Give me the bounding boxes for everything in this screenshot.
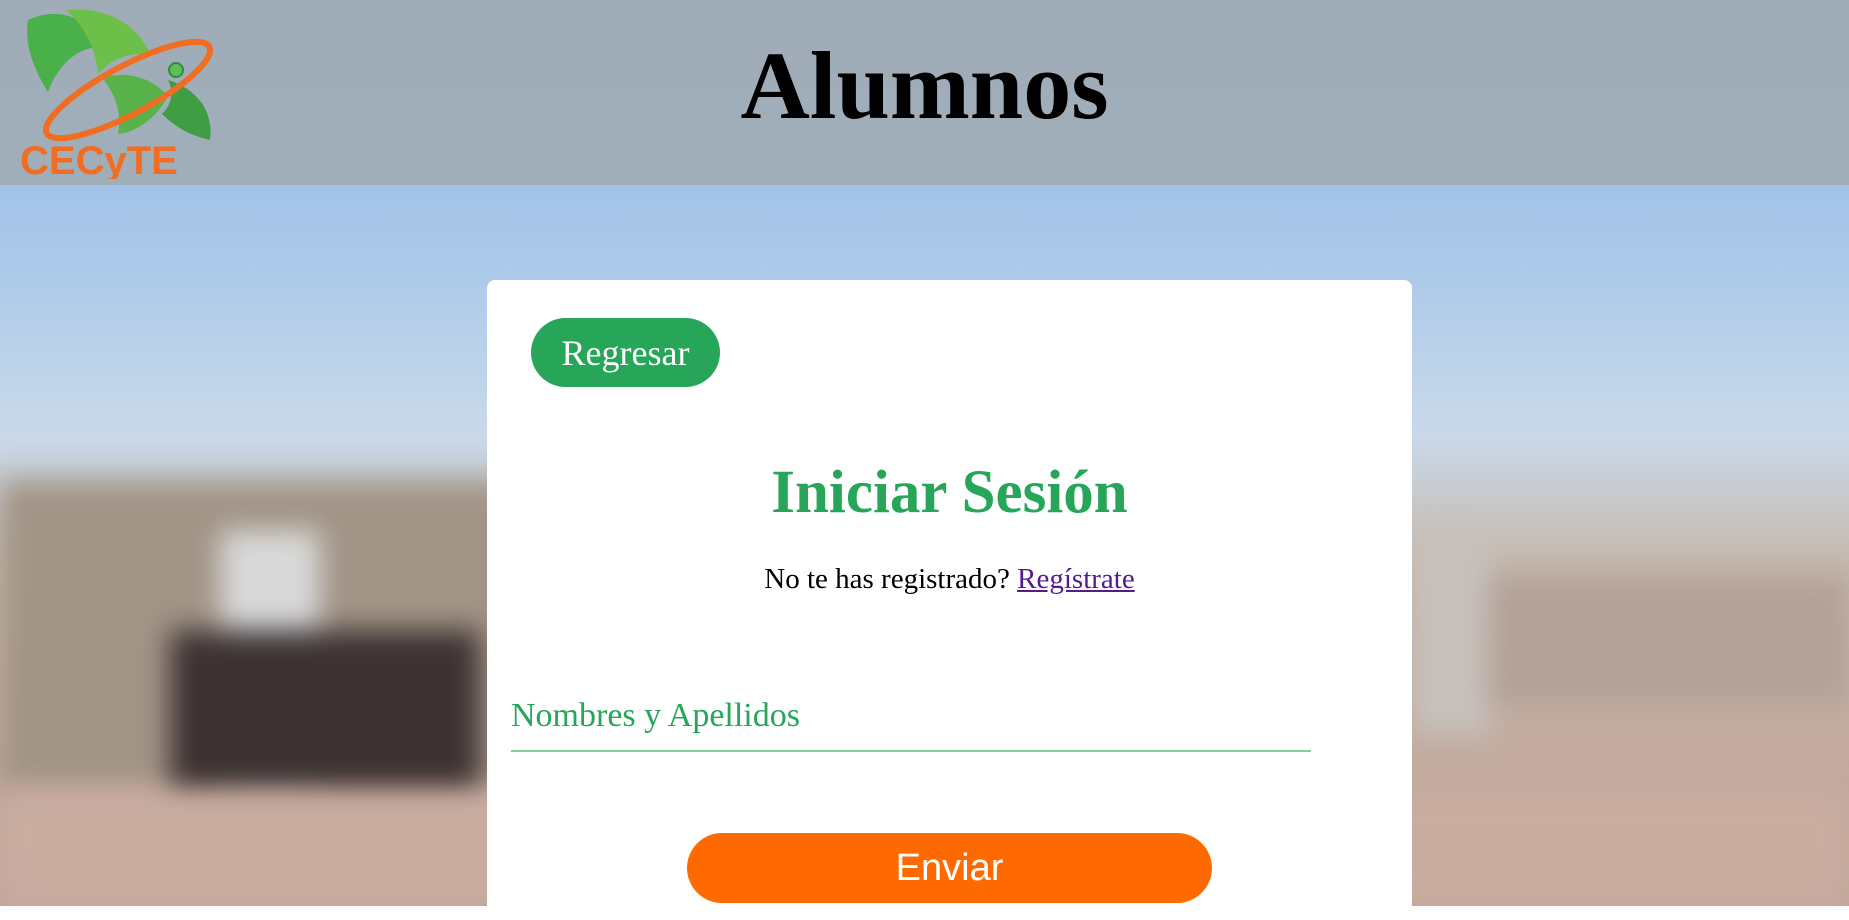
register-prompt: No te has registrado? Regístrate	[487, 563, 1412, 596]
logo-text: CECyTE	[20, 139, 178, 179]
register-link[interactable]: Regístrate	[1017, 563, 1135, 595]
register-prompt-text: No te has registrado?	[764, 563, 1010, 595]
page-header: CECyTE Alumnos	[0, 0, 1849, 185]
form-title: Iniciar Sesión	[771, 459, 1128, 526]
page-title: Alumnos	[740, 32, 1109, 139]
login-card: Regresar Iniciar Sesión No te has regist…	[487, 280, 1412, 920]
back-button[interactable]: Regresar	[531, 318, 720, 387]
full-name-input[interactable]	[511, 682, 1311, 752]
submit-button[interactable]: Enviar	[687, 833, 1212, 903]
